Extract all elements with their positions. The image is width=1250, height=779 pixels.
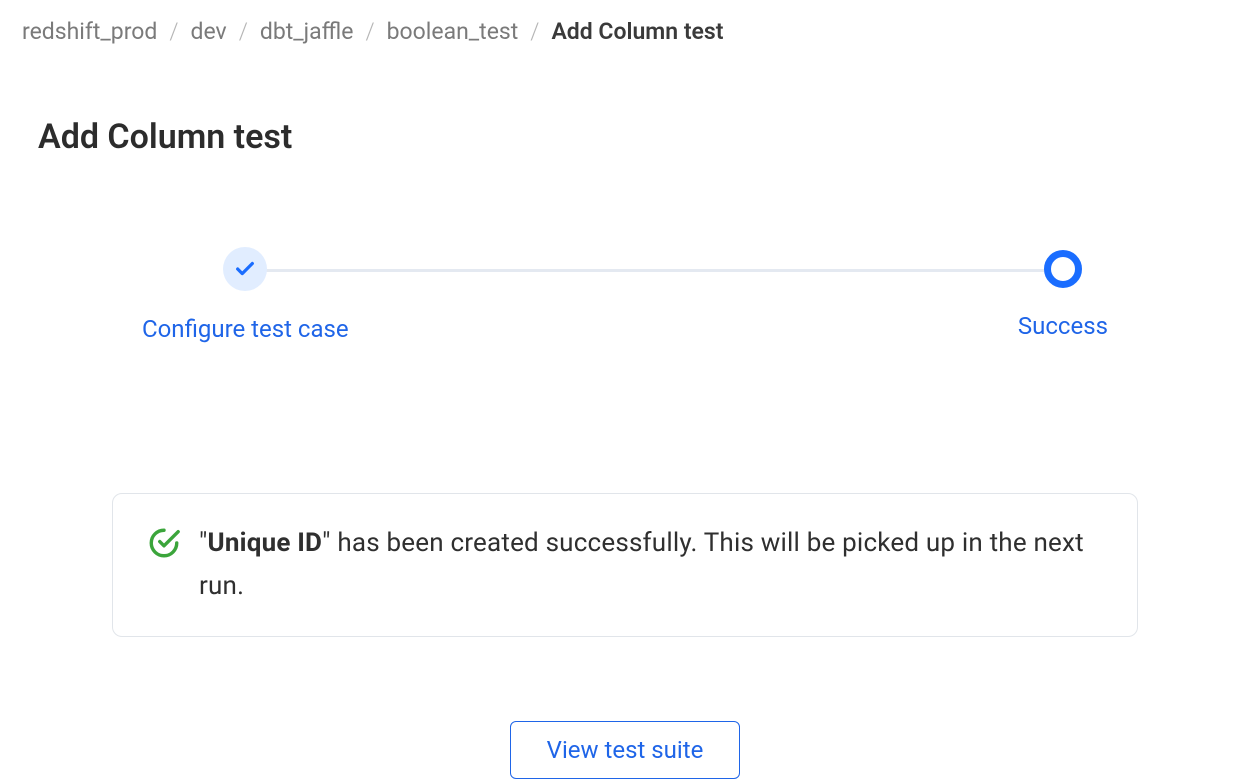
breadcrumb: redshift_prod / dev / dbt_jaffle / boole…	[22, 18, 1228, 45]
success-check-icon	[147, 526, 181, 564]
step-label: Configure test case	[142, 315, 349, 343]
breadcrumb-separator: /	[169, 18, 178, 45]
step-done-indicator	[223, 247, 267, 291]
breadcrumb-item-dbt-jaffle[interactable]: dbt_jaffle	[260, 18, 354, 45]
breadcrumb-separator: /	[239, 18, 248, 45]
action-row: View test suite	[22, 721, 1228, 779]
breadcrumb-item-boolean-test[interactable]: boolean_test	[387, 18, 519, 45]
breadcrumb-separator: /	[365, 18, 374, 45]
step-configure: Configure test case	[142, 247, 349, 343]
breadcrumb-item-dev[interactable]: dev	[191, 18, 227, 45]
step-success: Success	[1018, 247, 1108, 340]
page-title: Add Column test	[38, 117, 1228, 157]
step-connector	[259, 269, 1048, 272]
breadcrumb-item-redshift-prod[interactable]: redshift_prod	[22, 18, 157, 45]
breadcrumb-item-current: Add Column test	[551, 18, 723, 45]
check-icon	[234, 258, 256, 280]
step-current-indicator	[1044, 250, 1082, 288]
breadcrumb-separator: /	[530, 18, 539, 45]
success-alert: "Unique ID" has been created successfull…	[112, 493, 1138, 637]
step-label: Success	[1018, 312, 1108, 340]
view-test-suite-button[interactable]: View test suite	[510, 721, 741, 779]
progress-stepper: Configure test case Success	[22, 247, 1228, 343]
alert-message: "Unique ID" has been created successfull…	[199, 522, 1103, 608]
